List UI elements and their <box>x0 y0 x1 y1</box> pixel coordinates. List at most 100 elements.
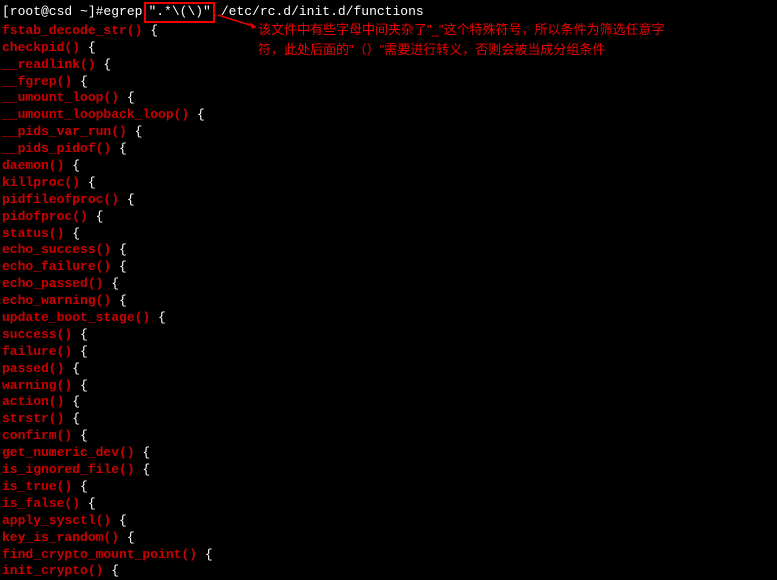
brace-text: { <box>150 310 166 325</box>
brace-text: { <box>64 158 80 173</box>
function-match: is_ignored_file() <box>2 462 135 477</box>
brace-text: { <box>64 361 80 376</box>
brace-text: { <box>111 141 127 156</box>
function-match: pidfileofproc() <box>2 192 119 207</box>
function-match: echo_failure() <box>2 259 111 274</box>
function-match: __umount_loop() <box>2 90 119 105</box>
brace-text: { <box>103 276 119 291</box>
brace-text: { <box>72 327 88 342</box>
output-line: __pids_var_run() { <box>2 124 775 141</box>
output-line: strstr() { <box>2 411 775 428</box>
output-line: daemon() { <box>2 158 775 175</box>
output-line: update_boot_stage() { <box>2 310 775 327</box>
brace-text: { <box>80 175 96 190</box>
output-line: killproc() { <box>2 175 775 192</box>
function-match: daemon() <box>2 158 64 173</box>
function-match: pidofproc() <box>2 209 88 224</box>
output-line: init_crypto() { <box>2 563 775 580</box>
output-line: apply_sysctl() { <box>2 513 775 530</box>
output-line: pidofproc() { <box>2 209 775 226</box>
function-match: fstab_decode_str() <box>2 23 142 38</box>
function-match: get_numeric_dev() <box>2 445 135 460</box>
annotation-line1: 该文件中有些字母中间夹杂了"_"这个特殊符号，所以条件为筛选任意字 <box>258 20 758 40</box>
function-match: __pids_pidof() <box>2 141 111 156</box>
brace-text: { <box>72 428 88 443</box>
output-line: echo_warning() { <box>2 293 775 310</box>
brace-text: { <box>119 530 135 545</box>
function-match: init_crypto() <box>2 563 103 578</box>
brace-text: { <box>64 226 80 241</box>
output-line: action() { <box>2 394 775 411</box>
function-match: __pids_var_run() <box>2 124 127 139</box>
output-line: is_false() { <box>2 496 775 513</box>
function-match: key_is_random() <box>2 530 119 545</box>
function-match: is_true() <box>2 479 72 494</box>
function-match: __fgrep() <box>2 74 72 89</box>
output-line: confirm() { <box>2 428 775 445</box>
function-match: action() <box>2 394 64 409</box>
annotation-text: 该文件中有些字母中间夹杂了"_"这个特殊符号，所以条件为筛选任意字 符，此处后面… <box>258 20 758 59</box>
brace-text: { <box>127 124 143 139</box>
function-match: __readlink() <box>2 57 96 72</box>
function-match: __umount_loopback_loop() <box>2 107 189 122</box>
brace-text: { <box>111 259 127 274</box>
output-line: passed() { <box>2 361 775 378</box>
brace-text: { <box>111 242 127 257</box>
brace-text: { <box>111 513 127 528</box>
output-line: echo_success() { <box>2 242 775 259</box>
brace-text: { <box>135 462 151 477</box>
brace-text: { <box>88 209 104 224</box>
annotation-line2: 符，此处后面的"（）"需要进行转义，否则会被当成分组条件 <box>258 40 758 60</box>
shell-prompt: [root@csd ~]# <box>2 4 103 21</box>
output-line: __umount_loopback_loop() { <box>2 107 775 124</box>
brace-text: { <box>72 344 88 359</box>
brace-text: { <box>119 90 135 105</box>
brace-text: { <box>111 293 127 308</box>
output-line: key_is_random() { <box>2 530 775 547</box>
brace-text: { <box>80 496 96 511</box>
function-match: is_false() <box>2 496 80 511</box>
output-line: is_ignored_file() { <box>2 462 775 479</box>
brace-text: { <box>142 23 158 38</box>
function-match: echo_passed() <box>2 276 103 291</box>
output-line: __readlink() { <box>2 57 775 74</box>
output-line: __pids_pidof() { <box>2 141 775 158</box>
output-line: __umount_loop() { <box>2 90 775 107</box>
function-match: confirm() <box>2 428 72 443</box>
function-match: find_crypto_mount_point() <box>2 547 197 562</box>
brace-text: { <box>119 192 135 207</box>
brace-text: { <box>103 563 119 578</box>
function-match: failure() <box>2 344 72 359</box>
brace-text: { <box>72 378 88 393</box>
output-line: success() { <box>2 327 775 344</box>
output-line: warning() { <box>2 378 775 395</box>
function-match: update_boot_stage() <box>2 310 150 325</box>
brace-text: { <box>189 107 205 122</box>
output-line: get_numeric_dev() { <box>2 445 775 462</box>
output-line: status() { <box>2 226 775 243</box>
function-match: echo_success() <box>2 242 111 257</box>
function-match: apply_sysctl() <box>2 513 111 528</box>
output-line: is_true() { <box>2 479 775 496</box>
brace-text: { <box>197 547 213 562</box>
function-match: success() <box>2 327 72 342</box>
pattern-highlight: ".*\(\)" <box>144 2 214 23</box>
brace-text: { <box>135 445 151 460</box>
function-match: status() <box>2 226 64 241</box>
brace-text: { <box>64 394 80 409</box>
output-line: echo_failure() { <box>2 259 775 276</box>
function-match: warning() <box>2 378 72 393</box>
command-name: egrep <box>103 4 142 21</box>
output-line: __fgrep() { <box>2 74 775 91</box>
function-match: killproc() <box>2 175 80 190</box>
terminal-window[interactable]: [root@csd ~]# egrep ".*\(\)" /etc/rc.d/i… <box>2 2 775 580</box>
output-container: fstab_decode_str() { checkpid() { __readli… <box>2 23 775 580</box>
brace-text: { <box>72 74 88 89</box>
annotation-arrow <box>216 13 260 31</box>
output-line: find_crypto_mount_point() { <box>2 547 775 564</box>
function-match: checkpid() <box>2 40 80 55</box>
output-line: pidfileofproc() { <box>2 192 775 209</box>
brace-text: { <box>96 57 112 72</box>
brace-text: { <box>72 479 88 494</box>
function-match: passed() <box>2 361 64 376</box>
